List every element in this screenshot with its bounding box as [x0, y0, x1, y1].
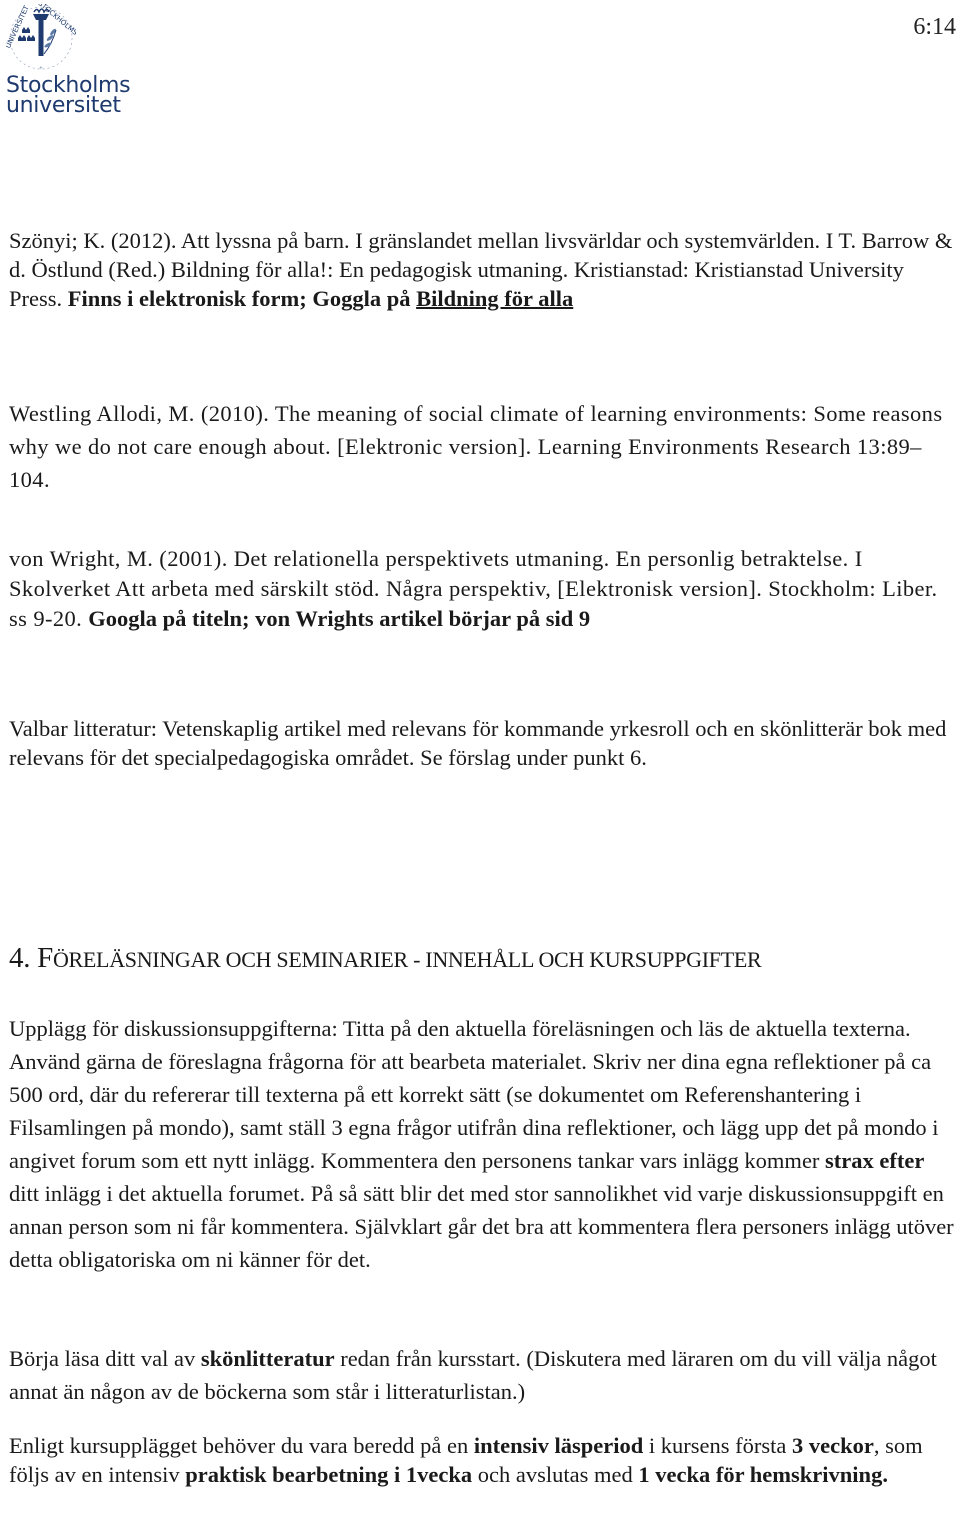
- reference-text: Westling Allodi, M. (2010). The meaning …: [9, 401, 943, 492]
- emphasis-text: intensiv läsperiod: [473, 1433, 644, 1458]
- reference-note: Googla på titeln; von Wrights artikel bö…: [88, 606, 591, 631]
- stockholm-university-seal-icon: STOCKHOLMS UNIVERSITET +: [6, 4, 76, 72]
- emphasis-text: 1 vecka för hemskrivning.: [638, 1462, 888, 1487]
- paragraph-text: Börja läsa ditt val av: [9, 1346, 201, 1371]
- emphasis-text: praktisk bearbetning i 1vecka: [185, 1462, 473, 1487]
- section-title-initial: F: [37, 942, 53, 974]
- paragraph-text: ditt inlägg i det aktuella forumet. På s…: [9, 1181, 954, 1272]
- reference-note: Finns i elektronisk form; Goggla på: [67, 286, 417, 311]
- reference-szonyi: Szönyi; K. (2012). Att lyssna på barn. I…: [9, 226, 954, 313]
- bildning-for-alla-link[interactable]: Bildning för alla: [416, 286, 573, 311]
- discussion-assignment-paragraph: Upplägg för diskussionsuppgifterna: Titt…: [9, 1012, 954, 1276]
- emphasis-text: strax efter: [825, 1148, 925, 1173]
- logo-name-line2: universitet: [6, 93, 121, 118]
- paragraph-text: Upplägg för diskussionsuppgifterna: Titt…: [9, 1016, 939, 1173]
- section-heading: 4. FÖRELÄSNINGAR OCH SEMINARIER - INNEHÅ…: [9, 942, 762, 975]
- university-logo: STOCKHOLMS UNIVERSITET + Stockholms univ…: [4, 4, 144, 118]
- section-number: 4.: [9, 942, 31, 974]
- fiction-reading-paragraph: Börja läsa ditt val av skönlitteratur re…: [9, 1342, 954, 1408]
- reference-westling-allodi: Westling Allodi, M. (2010). The meaning …: [9, 397, 949, 496]
- optional-literature: Valbar litteratur: Vetenskaplig artikel …: [9, 716, 947, 770]
- reference-von-wright: von Wright, M. (2001). Det relationella …: [9, 544, 954, 634]
- page-number: 6:14: [913, 14, 956, 40]
- course-schedule-paragraph: Enligt kursupplägget behöver du vara ber…: [9, 1431, 954, 1489]
- paragraph-text: Enligt kursupplägget behöver du vara ber…: [9, 1433, 474, 1458]
- section-title: ÖRELÄSNINGAR OCH SEMINARIER - INNEHÅLL O…: [52, 947, 762, 972]
- emphasis-text: 3 veckor: [791, 1433, 874, 1458]
- svg-text:UNIVERSITET: UNIVERSITET: [6, 4, 31, 50]
- paragraph-text: i kursens första: [643, 1433, 792, 1458]
- emphasis-text: skönlitteratur: [200, 1346, 335, 1371]
- paragraph-text: och avslutas med: [472, 1462, 639, 1487]
